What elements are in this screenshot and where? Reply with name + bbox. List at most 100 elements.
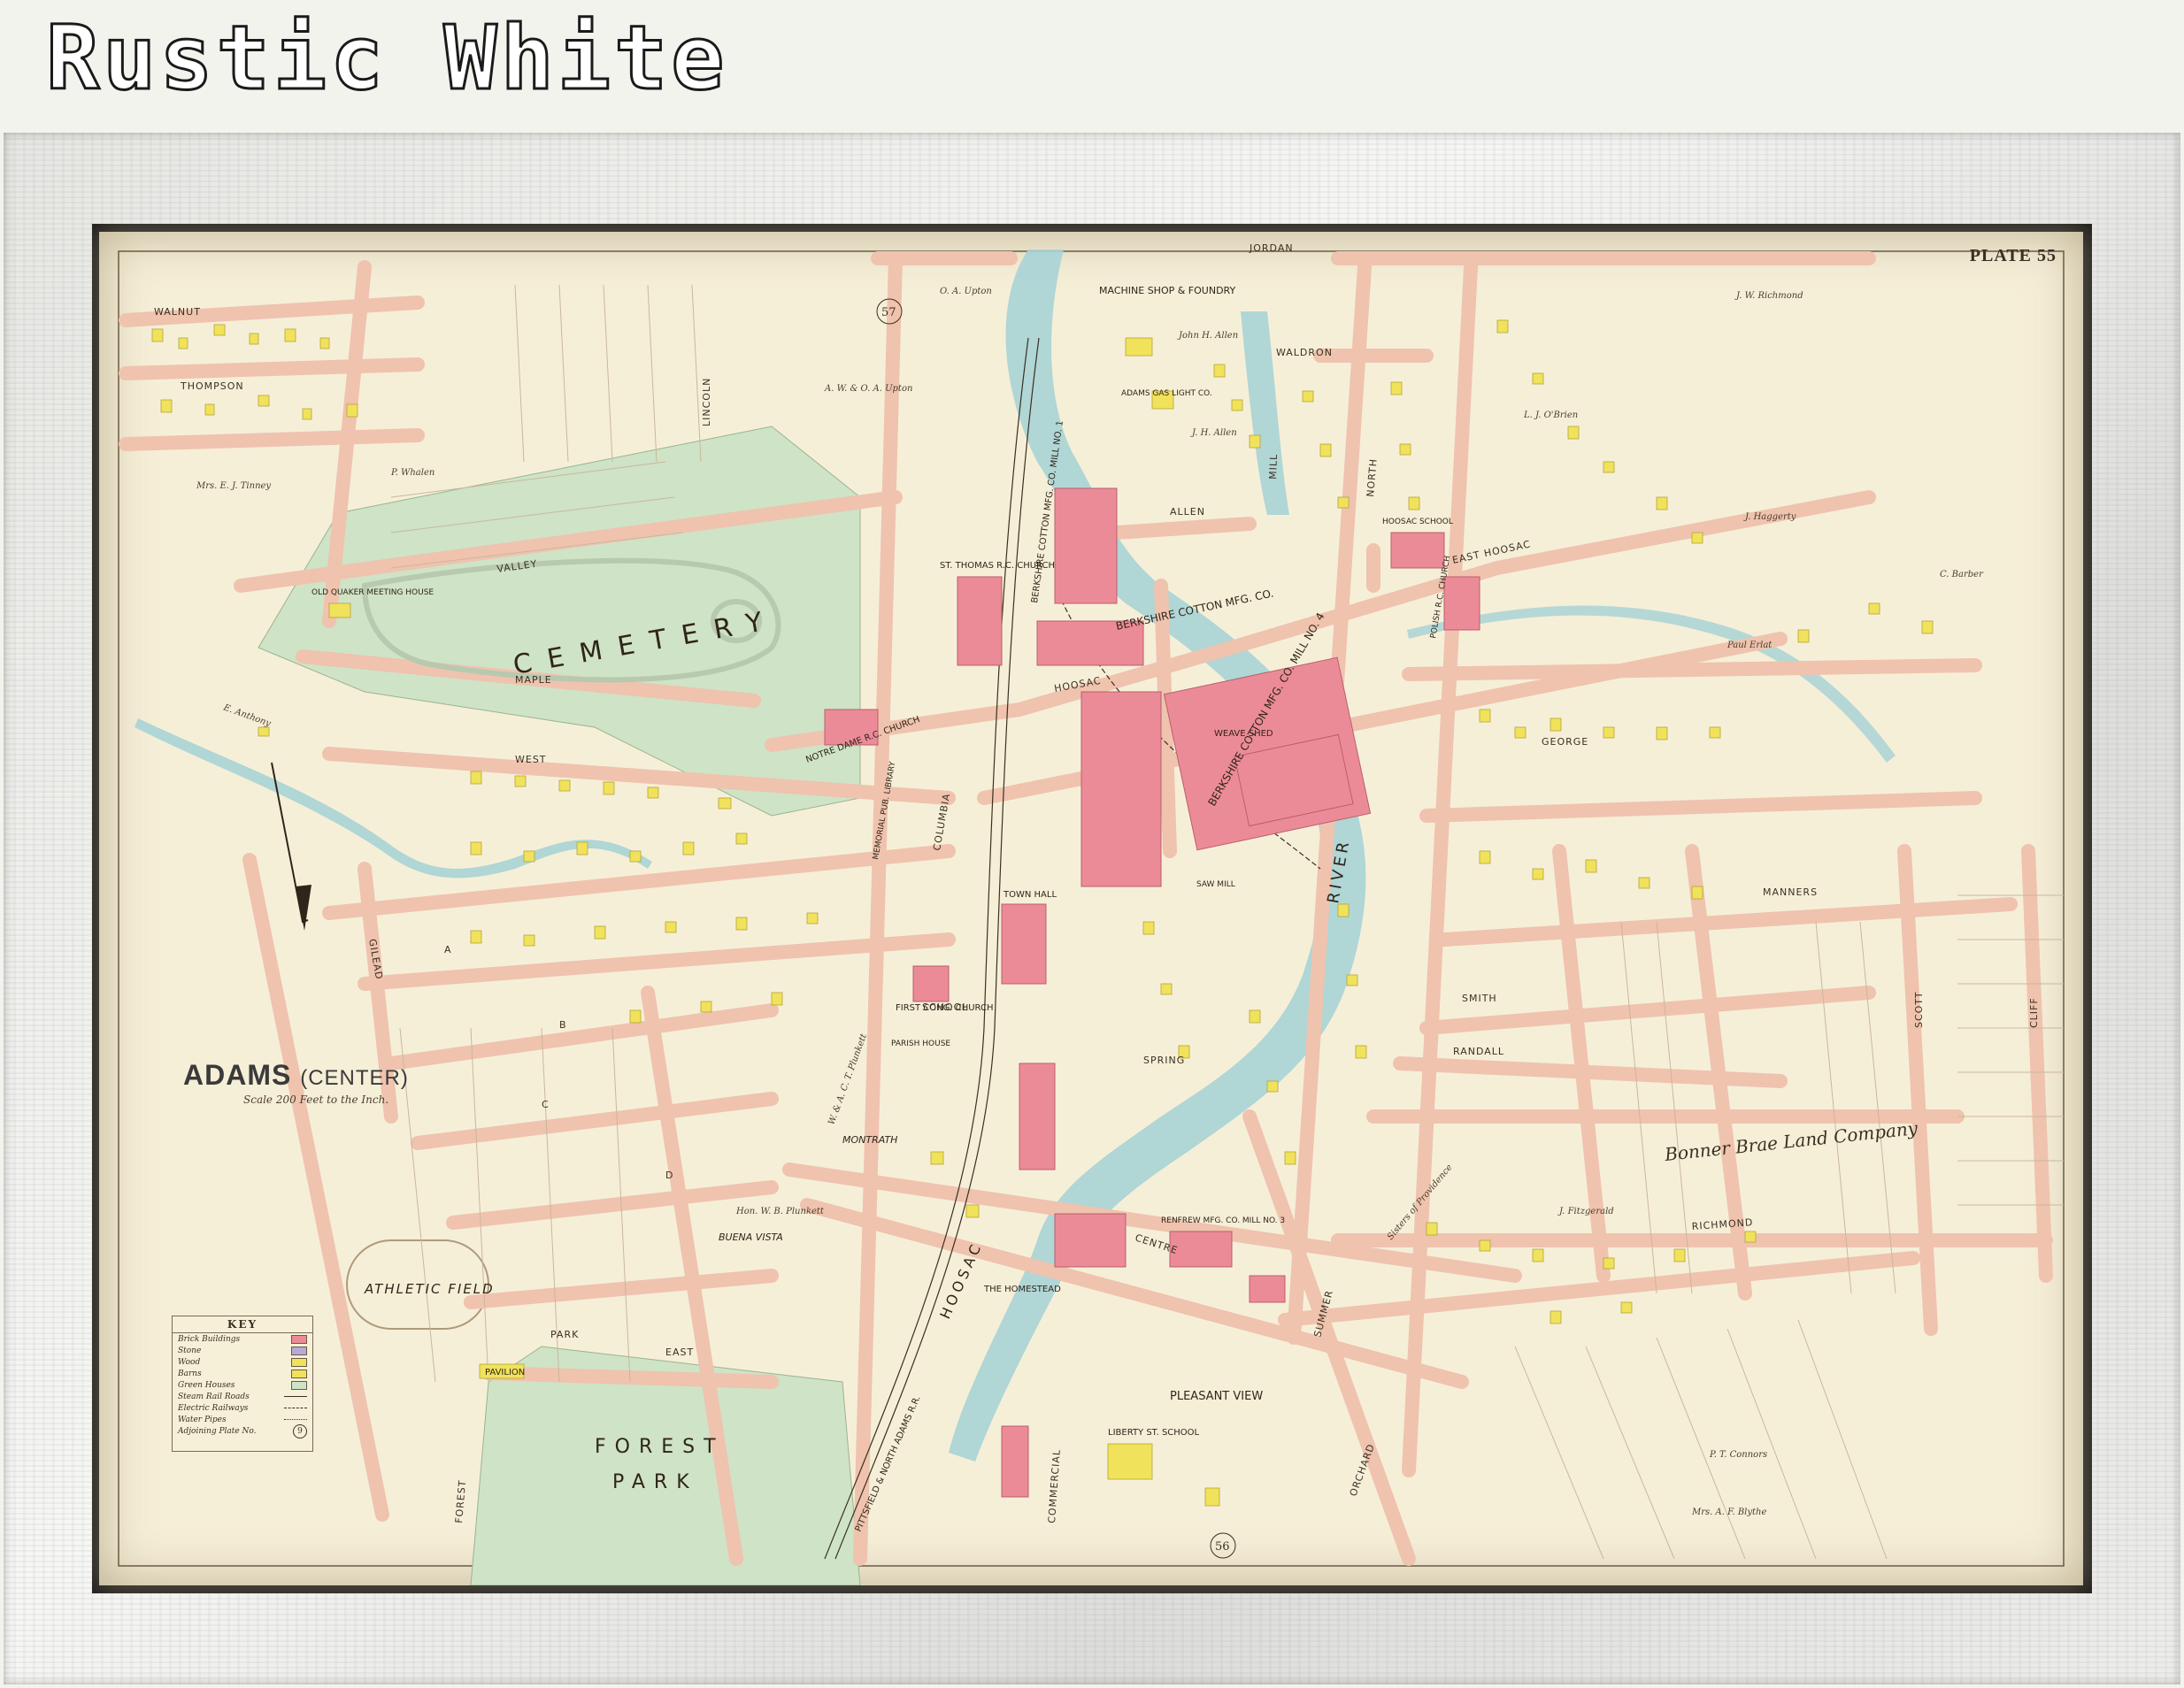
owner-label: J. Fitzgerald (1557, 1207, 1614, 1216)
saw-mill-label: SAW MILL (1196, 880, 1235, 889)
estate-montrath: MONTRATH (842, 1134, 897, 1146)
machine-shop-label: MACHINE SHOP & FOUNDRY (1099, 285, 1235, 296)
street-west: WEST (515, 754, 547, 765)
street-b: B (559, 1019, 567, 1031)
bonner-brae-label: Bonner Brae Land Company (1663, 1117, 1919, 1165)
owner-label: L. J. O'Brien (1523, 410, 1578, 420)
key-line-rail (284, 1396, 307, 1397)
pavilion-label: PAVILION (485, 1368, 525, 1377)
street-waldron: WALDRON (1276, 347, 1333, 358)
key-row-water: Water Pipes (173, 1414, 312, 1425)
liberty-school-label: LIBERTY ST. SCHOOL (1108, 1428, 1200, 1438)
business-block (1019, 1063, 1056, 1170)
key-row-green: Green Houses (173, 1379, 312, 1391)
owner-label: Mrs. E. J. Tinney (196, 481, 271, 491)
key-label: Barns (178, 1369, 202, 1378)
plate-number: PLATE 55 (1969, 246, 2057, 265)
owner-label: J. W. Richmond (1734, 291, 1803, 301)
street-thompson: THOMPSON (180, 380, 244, 392)
street-walnut: WALNUT (154, 306, 201, 318)
pleasant-view-label: PLEASANT VIEW (1170, 1390, 1263, 1403)
adjoining-plate-number: 56 (1215, 1540, 1230, 1554)
key-swatch-stone (291, 1346, 307, 1355)
owner-label: C. Barber (1940, 570, 1984, 579)
owner-label: J. Haggerty (1743, 512, 1796, 522)
east-brook (1407, 605, 1896, 763)
street-lincoln: LINCOLN (701, 378, 712, 426)
map-plate: CEMETERY FOREST PARK ATHLETIC FIELD PAVI… (99, 232, 2083, 1585)
street-network (119, 251, 2053, 1566)
owner-label: Hon. W. B. Plunkett (735, 1207, 825, 1216)
adjoining-plate-number: 57 (881, 306, 896, 319)
st-thomas-church-bldg (957, 576, 1003, 666)
map-title-suffix: (CENTER) (300, 1066, 409, 1090)
hoosac-school-bldg (1390, 532, 1445, 569)
map-title: ADAMS (CENTER) (183, 1059, 409, 1092)
owner-label: J. H. Allen (1190, 428, 1237, 438)
renfrew-label: RENFREW MFG. CO. MILL NO. 3 (1161, 1216, 1285, 1225)
map-title-block: ADAMS (CENTER) Scale 200 Feet to the Inc… (183, 1059, 409, 1106)
quaker-label: OLD QUAKER MEETING HOUSE (311, 588, 434, 597)
brick-block-centre (1249, 1275, 1286, 1303)
polish-church-bldg (1443, 576, 1480, 631)
key-line-water (284, 1419, 307, 1420)
hoosac-school-label: HOOSAC SCHOOL (1382, 518, 1453, 526)
key-row-rail: Steam Rail Roads (173, 1391, 312, 1402)
estate-homestead: THE HOMESTEAD (983, 1285, 1061, 1294)
street-allen: ALLEN (1170, 506, 1205, 518)
key-label: Adjoining Plate No. (178, 1426, 257, 1436)
parish-house-bldg (912, 965, 950, 1002)
street-park: PARK (550, 1329, 579, 1340)
key-row-electric: Electric Railways (173, 1402, 312, 1414)
berkshire-storehouse (1080, 691, 1162, 887)
weave-shed-label: WEAVE SHED (1214, 729, 1273, 739)
street-east-ave: EAST (665, 1347, 694, 1358)
key-row-plate: Adjoining Plate No. 9 (173, 1423, 312, 1439)
north-branch-river (1241, 311, 1289, 515)
street-spring: SPRING (1143, 1055, 1185, 1066)
gas-light-label: ADAMS GAS LIGHT CO. (1121, 389, 1212, 398)
key-label: Green Houses (178, 1380, 235, 1390)
key-label: Steam Rail Roads (178, 1392, 250, 1401)
street-smith: SMITH (1462, 993, 1497, 1004)
map-drawing: CEMETERY FOREST PARK ATHLETIC FIELD PAVI… (118, 242, 2065, 1585)
street-north: NORTH (1365, 458, 1380, 498)
key-swatch-green (291, 1380, 307, 1390)
street-a: A (444, 944, 452, 955)
street-scott: SCOTT (1913, 991, 1925, 1028)
key-swatch-wood (291, 1357, 307, 1367)
key-plate-circle: 9 (293, 1423, 307, 1439)
key-label: Water Pipes (178, 1415, 227, 1424)
brick-block-commercial (1001, 1425, 1029, 1498)
athletic-field-label: ATHLETIC FIELD (364, 1281, 495, 1297)
map-scale-note: Scale 200 Feet to the Inch. (243, 1093, 389, 1106)
owner-label: P. T. Connors (1709, 1450, 1767, 1460)
key-title: KEY (173, 1318, 312, 1333)
street-mill: MILL (1267, 454, 1280, 480)
town-hall-bldg (1001, 903, 1047, 985)
key-label: Brick Buildings (178, 1334, 241, 1344)
key-swatch-brick (291, 1334, 307, 1344)
map-title-text: ADAMS (183, 1059, 292, 1091)
street-forest: FOREST (453, 1479, 468, 1523)
berkshire-mill-1 (1054, 487, 1118, 604)
brook (135, 718, 652, 879)
street-manners: MANNERS (1763, 886, 1818, 898)
forest-label: FOREST (595, 1436, 725, 1458)
key-row-barns: Barns (173, 1368, 312, 1379)
street-cliff: CLIFF (2028, 997, 2040, 1028)
street-george: GEORGE (1542, 736, 1588, 748)
key-row-wood: Wood (173, 1356, 312, 1368)
north-arrow-head (296, 885, 311, 931)
owner-label: Paul Erlat (1726, 641, 1773, 650)
street-randall: RANDALL (1453, 1046, 1504, 1057)
key-row-brick: Brick Buildings (173, 1333, 312, 1345)
key-label: Stone (178, 1346, 202, 1355)
estate-buena-vista: BUENA VISTA (719, 1231, 783, 1243)
street-maple: MAPLE (515, 674, 552, 686)
street-c: C (542, 1099, 550, 1110)
street-d: D (665, 1170, 673, 1181)
street-commercial: COMMERCIAL (1046, 1449, 1063, 1524)
street-jordan: JORDAN (1249, 242, 1294, 254)
owner-label: John H. Allen (1177, 331, 1238, 341)
